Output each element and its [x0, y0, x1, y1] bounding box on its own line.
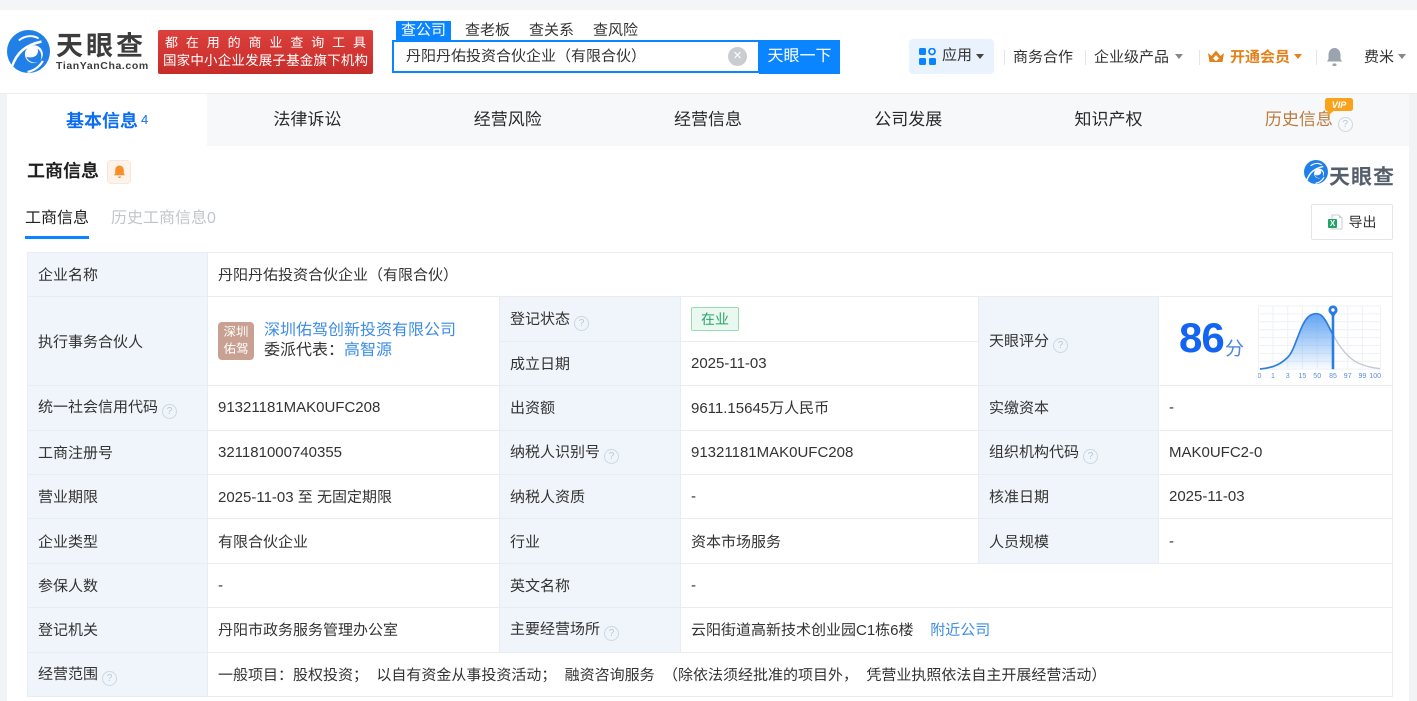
svg-text:50: 50 [1313, 373, 1321, 380]
svg-text:97: 97 [1344, 373, 1352, 380]
svg-text:100: 100 [1369, 373, 1381, 380]
svg-text:VIP: VIP [1331, 100, 1347, 110]
svg-text:1: 1 [1271, 373, 1275, 380]
svg-text:3: 3 [1286, 373, 1290, 380]
svg-text:85: 85 [1329, 373, 1337, 380]
svg-text:99: 99 [1359, 373, 1367, 380]
svg-text:0: 0 [1258, 373, 1262, 380]
svg-text:15: 15 [1299, 373, 1307, 380]
svg-text:X: X [1329, 219, 1335, 228]
